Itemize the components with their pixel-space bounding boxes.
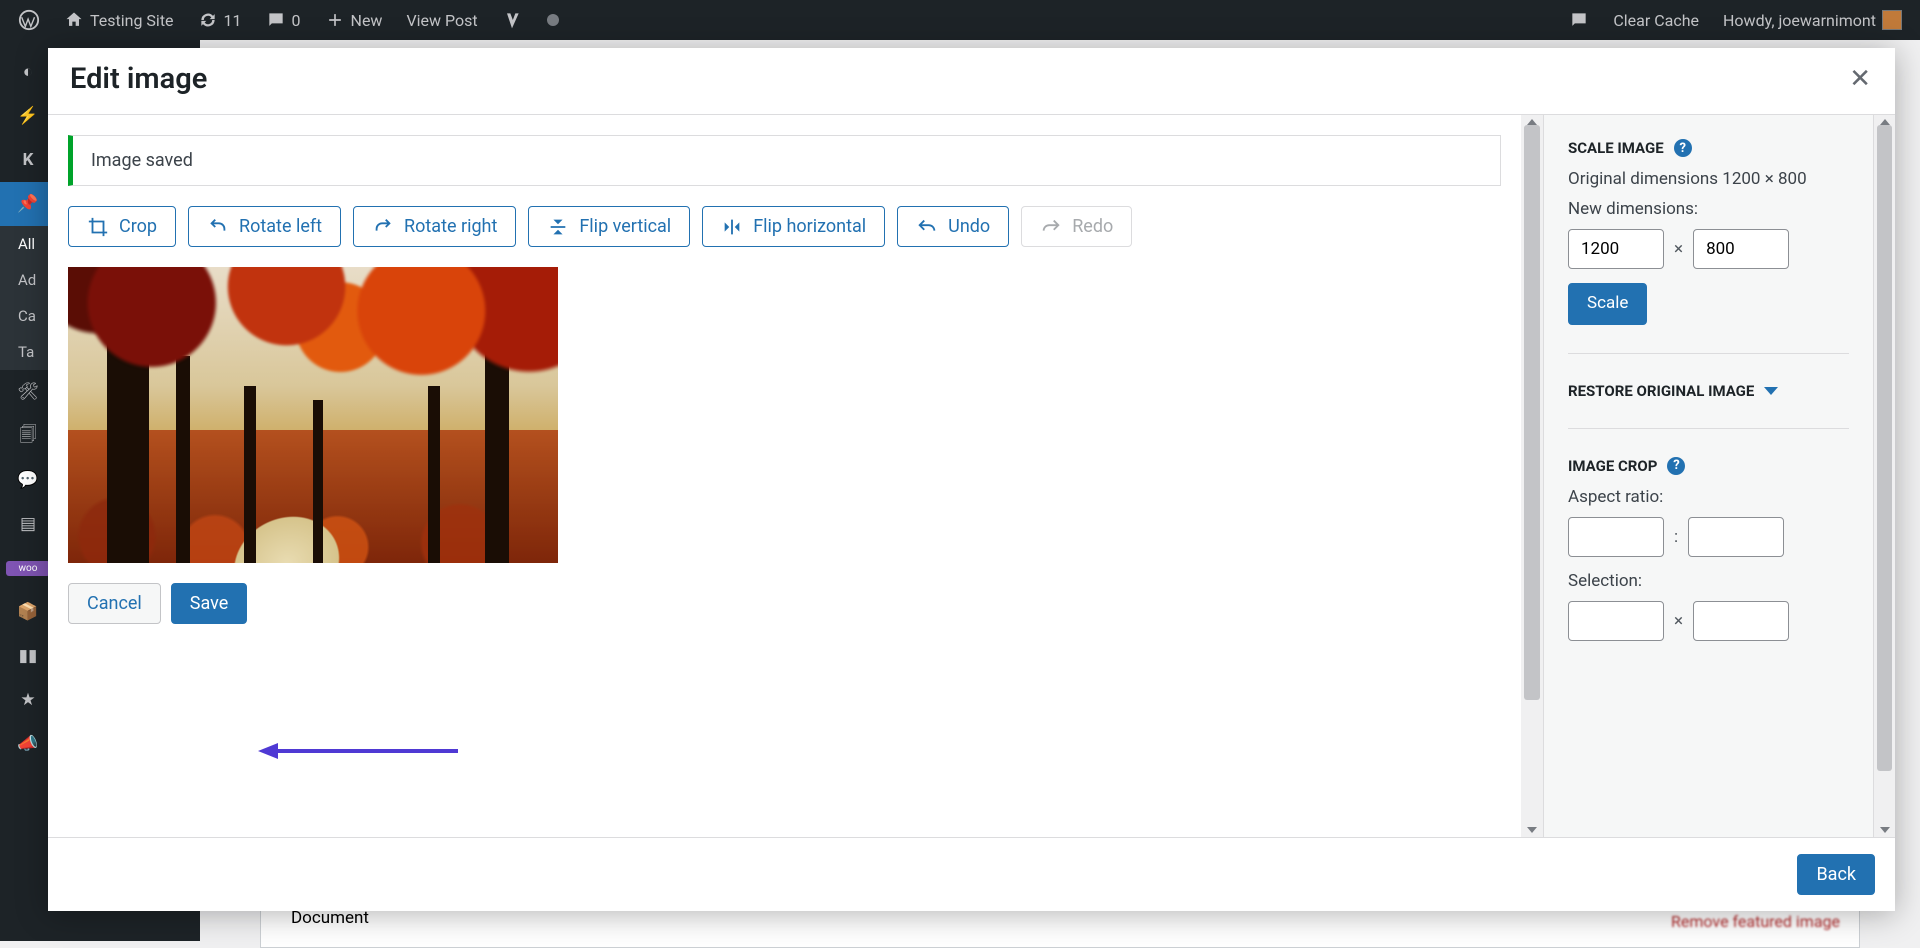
megaphone-icon: 📣 (6, 734, 50, 754)
modal-header: Edit image ✕ (48, 48, 1895, 115)
rotate-left-icon (207, 216, 229, 238)
rotate-right-icon (372, 216, 394, 238)
help-icon[interactable]: ? (1674, 139, 1692, 157)
comments-link[interactable]: 0 (258, 10, 309, 30)
editor-actions: Cancel Save (68, 583, 1501, 624)
account-link[interactable]: Howdy, joewarnimont (1715, 10, 1910, 30)
box-icon: 📦 (6, 602, 50, 622)
crop-button[interactable]: Crop (68, 206, 176, 247)
bolt-icon: ⚡ (6, 106, 50, 126)
scroll-thumb[interactable] (1524, 125, 1540, 700)
edit-image-modal: Edit image ✕ Image saved Crop Rotate lef… (48, 48, 1895, 911)
rotate-right-button[interactable]: Rotate right (353, 206, 516, 247)
star-icon: ★ (6, 690, 50, 710)
selection-w-input[interactable] (1568, 601, 1664, 641)
undo-button[interactable]: Undo (897, 206, 1009, 247)
yoast-icon[interactable] (494, 10, 530, 30)
back-button[interactable]: Back (1797, 854, 1875, 895)
editor-column: Image saved Crop Rotate left Rotate righ… (48, 115, 1521, 837)
cancel-button[interactable]: Cancel (68, 583, 161, 624)
modal-footer: Back (48, 837, 1895, 911)
updates-count: 11 (224, 11, 242, 30)
admin-tool-icon: 🛠 (6, 382, 50, 402)
site-name-link[interactable]: Testing Site (56, 10, 182, 30)
panel-divider-2 (1568, 428, 1849, 429)
pages-icon: 🗐 (6, 422, 50, 451)
notice-saved: Image saved (68, 135, 1501, 186)
pin-icon: 📌 (6, 194, 50, 214)
flip-vertical-button[interactable]: Flip vertical (528, 206, 690, 247)
clear-cache-link[interactable]: Clear Cache (1605, 11, 1707, 30)
new-label: New (351, 11, 383, 30)
status-dot-icon[interactable] (538, 13, 568, 27)
flip-vertical-icon (547, 216, 569, 238)
undo-icon (916, 216, 938, 238)
close-icon[interactable]: ✕ (1849, 64, 1871, 94)
avatar (1882, 10, 1902, 30)
new-link[interactable]: New (317, 10, 391, 30)
restore-heading[interactable]: RESTORE ORIGINAL IMAGE (1568, 382, 1849, 400)
comments-count: 0 (292, 11, 301, 30)
new-dimensions-label: New dimensions: (1568, 199, 1849, 219)
annotation-arrow-icon (258, 739, 458, 763)
chevron-down-icon (1764, 387, 1778, 395)
selection-label: Selection: (1568, 571, 1849, 591)
side-panel: SCALE IMAGE ? Original dimensions 1200 ×… (1543, 115, 1873, 837)
panel-divider (1568, 353, 1849, 354)
selection-row: × (1568, 601, 1849, 641)
aspect-w-input[interactable] (1568, 517, 1664, 557)
bg-remove-featured: Remove featured image (1671, 912, 1840, 931)
modal-title: Edit image (70, 62, 1873, 96)
scale-button[interactable]: Scale (1568, 283, 1647, 325)
aspect-h-input[interactable] (1688, 517, 1784, 557)
modal-body: Image saved Crop Rotate left Rotate righ… (48, 115, 1895, 837)
wp-logo-icon[interactable] (10, 9, 48, 31)
notifications-icon[interactable] (1561, 10, 1597, 30)
scroll-down-icon[interactable] (1880, 827, 1890, 833)
image-preview[interactable] (68, 267, 558, 563)
colon-symbol: : (1674, 527, 1678, 547)
redo-icon (1040, 216, 1062, 238)
scroll-down-icon[interactable] (1527, 827, 1537, 833)
original-dimensions: Original dimensions 1200 × 800 (1568, 169, 1849, 189)
aspect-ratio-label: Aspect ratio: (1568, 487, 1849, 507)
help-icon[interactable]: ? (1667, 457, 1685, 475)
editor-scrollbar[interactable] (1521, 115, 1543, 837)
redo-button: Redo (1021, 206, 1132, 247)
scale-dimensions-row: × (1568, 229, 1849, 269)
chart-icon: ▮▮ (6, 646, 50, 666)
side-scrollbar[interactable] (1873, 115, 1895, 837)
flip-horizontal-button[interactable]: Flip horizontal (702, 206, 885, 247)
crop-heading: IMAGE CROP ? (1568, 457, 1849, 475)
scale-height-input[interactable] (1693, 229, 1789, 269)
selection-h-input[interactable] (1693, 601, 1789, 641)
crop-icon (87, 216, 109, 238)
flip-horizontal-icon (721, 216, 743, 238)
scale-heading: SCALE IMAGE ? (1568, 139, 1849, 157)
comments-icon: 💬 (6, 470, 50, 490)
gauge-icon: ◐ (6, 62, 50, 82)
view-post-link[interactable]: View Post (398, 11, 485, 30)
image-toolbar: Crop Rotate left Rotate right Flip verti… (68, 206, 1501, 247)
k-icon: K (6, 150, 50, 170)
scale-width-input[interactable] (1568, 229, 1664, 269)
greeting-text: Howdy, joewarnimont (1723, 11, 1876, 30)
multiply-symbol: × (1674, 611, 1683, 631)
woo-icon: woo (6, 561, 50, 576)
save-button[interactable]: Save (171, 583, 248, 624)
aspect-ratio-row: : (1568, 517, 1849, 557)
updates-link[interactable]: 11 (190, 10, 250, 30)
rotate-left-button[interactable]: Rotate left (188, 206, 341, 247)
multiply-symbol: × (1674, 239, 1683, 259)
admin-bar: Testing Site 11 0 New View Post Clear Ca… (0, 0, 1920, 40)
form-icon: ▤ (6, 514, 50, 534)
scroll-thumb[interactable] (1877, 125, 1892, 771)
site-name: Testing Site (90, 11, 174, 30)
